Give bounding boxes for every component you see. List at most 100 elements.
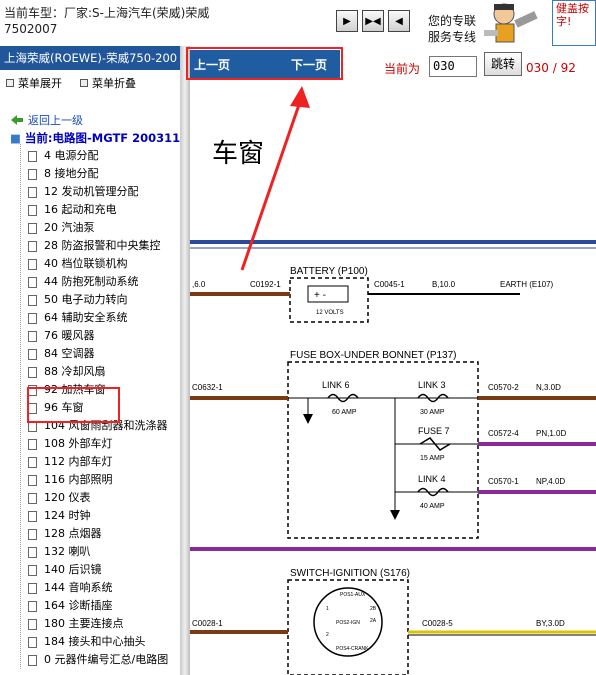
ground-arrow-icon-2 [390, 510, 400, 520]
document-icon [28, 564, 37, 576]
document-icon [28, 582, 37, 594]
menu-tree-item[interactable]: 180 主要连接点 [28, 615, 178, 633]
menu-tree-item-label: 132 喇叭 [44, 545, 91, 558]
pane-splitter[interactable] [180, 46, 190, 675]
menu-tree-item[interactable]: 40 档位联锁机构 [28, 255, 178, 273]
menu-tree-item-label: 64 辅助安全系统 [44, 311, 128, 324]
computer-icon: ■ [10, 131, 21, 145]
menu-collapse-button[interactable]: 菜单折叠 [80, 75, 136, 91]
document-icon [28, 330, 37, 342]
expand-icon [6, 79, 14, 87]
menu-tree-item[interactable]: 76 暖风器 [28, 327, 178, 345]
wire-b10: B,10.0 [432, 280, 456, 289]
link3-amp: 30 AMP [420, 409, 445, 416]
menu-tree-item[interactable]: 12 发动机管理分配 [28, 183, 178, 201]
conn-c0570-2: C0570-2 [488, 383, 519, 392]
document-icon [28, 240, 37, 252]
link6-amp: 60 AMP [332, 409, 357, 416]
pin-1: 1 [326, 606, 329, 612]
conn-c0572-4: C0572-4 [488, 429, 519, 438]
battery-plus: + - [314, 290, 326, 301]
ad-box[interactable]: 健盖按字! [552, 0, 596, 46]
jump-button[interactable]: 跳转 [484, 52, 522, 76]
menu-tree-item-label: 12 发动机管理分配 [44, 185, 139, 198]
battery-volts: 12 VOLTS [316, 310, 344, 316]
menu-tree-item[interactable]: 84 空调器 [28, 345, 178, 363]
menu-tree-item[interactable]: 0 元器件编号汇总/电路图 [28, 651, 178, 669]
wire-np40: NP,4.0D [536, 477, 565, 486]
menu-tree-item[interactable]: 88 冷却风扇 [28, 363, 178, 381]
link6-label: LINK 6 [322, 380, 350, 390]
menu-tree-item[interactable]: 28 防盗报警和中央集控 [28, 237, 178, 255]
menu-tree-item[interactable]: 16 起动和充电 [28, 201, 178, 219]
menu-tree-item-label: 116 内部照明 [44, 473, 113, 486]
menu-tree-item[interactable]: 8 接地分配 [28, 165, 178, 183]
pin-2a: 2A [370, 618, 377, 624]
document-icon [28, 438, 37, 450]
menu-tree-item[interactable]: 112 内部车灯 [28, 453, 178, 471]
document-icon [28, 528, 37, 540]
page-number-input[interactable]: 030 [429, 56, 477, 77]
menu-tree-item[interactable]: 108 外部车灯 [28, 435, 178, 453]
menu-tree-item[interactable]: 132 喇叭 [28, 543, 178, 561]
menu-expand-button[interactable]: 菜单展开 [6, 75, 62, 91]
menu-tree-item-label: 8 接地分配 [44, 167, 99, 180]
menu-tree-item[interactable]: 140 后识镜 [28, 561, 178, 579]
car-selector-bar[interactable]: 上海荣威(ROEWE)-荣威750-200 [0, 46, 182, 70]
document-icon [28, 348, 37, 360]
pin-2: 2 [326, 632, 329, 638]
diagram-title: 车窗 [212, 138, 264, 168]
menu-tree-item[interactable]: 164 诊断插座 [28, 597, 178, 615]
menu-tree-item[interactable]: 4 电源分配 [28, 147, 178, 165]
menu-tree-item[interactable]: 64 辅助安全系统 [28, 309, 178, 327]
top-bar: 当前车型：厂家:S-上海汽车(荣威)荣威 7502007 ▶ ▶◀ ◀ 您的专联… [0, 0, 596, 46]
menu-tree-item[interactable]: 128 点烟器 [28, 525, 178, 543]
fuse7-label: FUSE 7 [418, 426, 450, 436]
menu-tree-item[interactable]: 20 汽油泵 [28, 219, 178, 237]
document-icon [28, 168, 37, 180]
document-icon [28, 492, 37, 504]
document-icon [28, 654, 37, 666]
first-page-icon[interactable]: ▶ [336, 10, 358, 32]
back-label: 返回上一级 [28, 114, 83, 127]
menu-tree-item-label: 112 内部车灯 [44, 455, 113, 468]
conn-c0192: C0192-1 [250, 280, 281, 289]
document-icon [28, 186, 37, 198]
document-icon [28, 258, 37, 270]
menu-tree-item-label: 40 档位联锁机构 [44, 257, 128, 270]
conn-c0028-1: C0028-1 [192, 619, 223, 628]
document-icon [28, 456, 37, 468]
document-icon [28, 546, 37, 558]
wire-by30: BY,3.0D [536, 619, 565, 628]
document-icon [28, 222, 37, 234]
diagram-svg: 车窗 BATTERY (P100) + - 12 VOLTS ,6.0 C019… [190, 86, 596, 675]
menu-tree-item[interactable]: 144 音响系统 [28, 579, 178, 597]
wire-left-label: ,6.0 [192, 280, 206, 289]
document-icon [28, 150, 37, 162]
collapse-icon [80, 79, 88, 87]
menu-tree-item[interactable]: 50 电子动力转向 [28, 291, 178, 309]
pos-crank: POS4-CRANK [336, 646, 369, 652]
menu-tree-item-label: 44 防抱死制动系统 [44, 275, 139, 288]
menu-expand-label: 菜单展开 [18, 77, 62, 90]
current-category-label: 当前:电路图-MGTF 200311 [24, 131, 181, 145]
left-menu-pane: 上海荣威(ROEWE)-荣威750-200 菜单展开 菜单折叠 返回上一级 ■ … [0, 46, 188, 675]
menu-tree-item[interactable]: 44 防抱死制动系统 [28, 273, 178, 291]
page-info: 030 / 92 [526, 61, 576, 75]
menu-tree-item[interactable]: 124 时钟 [28, 507, 178, 525]
menu-tree-item[interactable]: 184 接头和中心抽头 [28, 633, 178, 651]
back-link[interactable]: 返回上一级 [10, 112, 83, 128]
menu-tree-item-label: 180 主要连接点 [44, 617, 124, 630]
menu-tree-item-label: 20 汽油泵 [44, 221, 95, 234]
menu-tree-item[interactable]: 120 仪表 [28, 489, 178, 507]
current-category: ■ 当前:电路图-MGTF 200311 [10, 130, 180, 146]
wire-n30: N,3.0D [536, 383, 561, 392]
menu-tree-item-label: 84 空调器 [44, 347, 95, 360]
menu-tree-item[interactable]: 116 内部照明 [28, 471, 178, 489]
menu-tree-item-label: 120 仪表 [44, 491, 91, 504]
menu-tree-item-label: 50 电子动力转向 [44, 293, 128, 306]
last-page-icon[interactable]: ◀ [388, 10, 410, 32]
document-icon [28, 474, 37, 486]
fast-forward-icon[interactable]: ▶◀ [362, 10, 384, 32]
tree-line [20, 144, 21, 669]
